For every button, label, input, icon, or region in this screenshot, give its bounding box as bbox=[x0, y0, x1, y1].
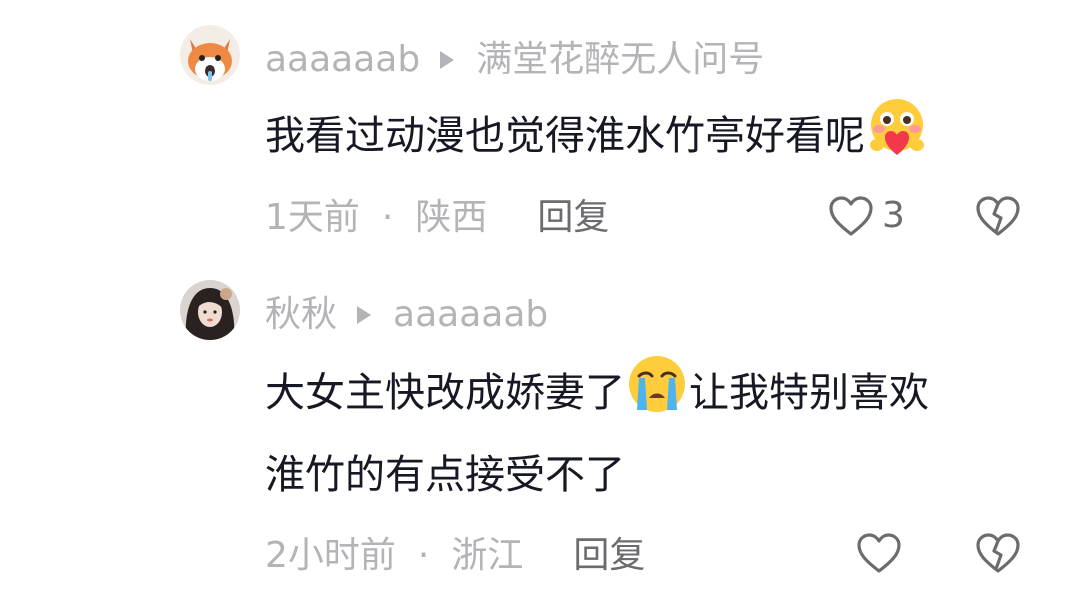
reply-to-name[interactable]: 满堂花醉无人问号 bbox=[476, 40, 764, 80]
reply-to-name[interactable]: aaaaaab bbox=[393, 295, 548, 335]
reply-text: 我看过动漫也觉得淮水竹亭好看呢 bbox=[265, 95, 1045, 177]
author-name[interactable]: aaaaaab bbox=[265, 40, 420, 80]
reply-text-line: 淮竹的有点接受不了 bbox=[265, 452, 625, 498]
heart-outline-icon bbox=[857, 533, 901, 573]
avatar[interactable] bbox=[180, 280, 240, 340]
reply-text-line: 大女主快改成娇妻了 让我特别喜欢 bbox=[265, 352, 1045, 434]
reply-text-part: 大女主快改成娇妻了 bbox=[265, 370, 625, 416]
location: 陕西 bbox=[415, 197, 488, 238]
blushing-heart-emoji-icon bbox=[870, 99, 924, 155]
like-count: 3 bbox=[882, 195, 905, 236]
broken-heart-icon bbox=[976, 533, 1020, 573]
reply-header: aaaaaab 满堂花醉无人问号 bbox=[265, 40, 764, 80]
reply-button[interactable]: 回复 bbox=[537, 198, 609, 238]
location: 浙江 bbox=[451, 535, 524, 576]
comment-thread: aaaaaab 满堂花醉无人问号 我看过动漫也觉得淮水竹亭好看呢 1天前 · 陕… bbox=[0, 0, 1079, 613]
avatar[interactable] bbox=[180, 25, 240, 85]
girl-avatar-icon bbox=[180, 280, 240, 340]
reply-text: 大女主快改成娇妻了 让我特别喜欢 淮竹的有点接受不了 bbox=[265, 352, 1045, 516]
timestamp: 1天前 bbox=[265, 197, 360, 238]
heart-outline-icon bbox=[829, 196, 873, 236]
reply-header: 秋秋 aaaaaab bbox=[265, 295, 548, 335]
reply-text-body: 我看过动漫也觉得淮水竹亭好看呢 bbox=[265, 113, 865, 159]
like-button[interactable]: 3 bbox=[828, 195, 905, 237]
fox-avatar-icon bbox=[180, 25, 240, 85]
separator-dot: · bbox=[417, 535, 430, 576]
timestamp: 2小时前 bbox=[265, 535, 396, 576]
separator-dot: · bbox=[381, 197, 394, 238]
dislike-button[interactable] bbox=[975, 195, 1021, 237]
reply-arrow-icon bbox=[440, 51, 455, 69]
reply-button[interactable]: 回复 bbox=[573, 536, 645, 576]
crying-emoji-icon bbox=[629, 356, 685, 412]
reply-meta: 2小时前 · 浙江 回复 bbox=[265, 536, 645, 576]
broken-heart-icon bbox=[976, 196, 1020, 236]
reply-arrow-icon bbox=[357, 306, 372, 324]
reply-meta: 1天前 · 陕西 回复 bbox=[265, 198, 609, 238]
like-button[interactable] bbox=[856, 532, 902, 574]
author-name[interactable]: 秋秋 bbox=[265, 295, 337, 335]
reply-text-part: 让我特别喜欢 bbox=[689, 370, 929, 416]
dislike-button[interactable] bbox=[975, 532, 1021, 574]
